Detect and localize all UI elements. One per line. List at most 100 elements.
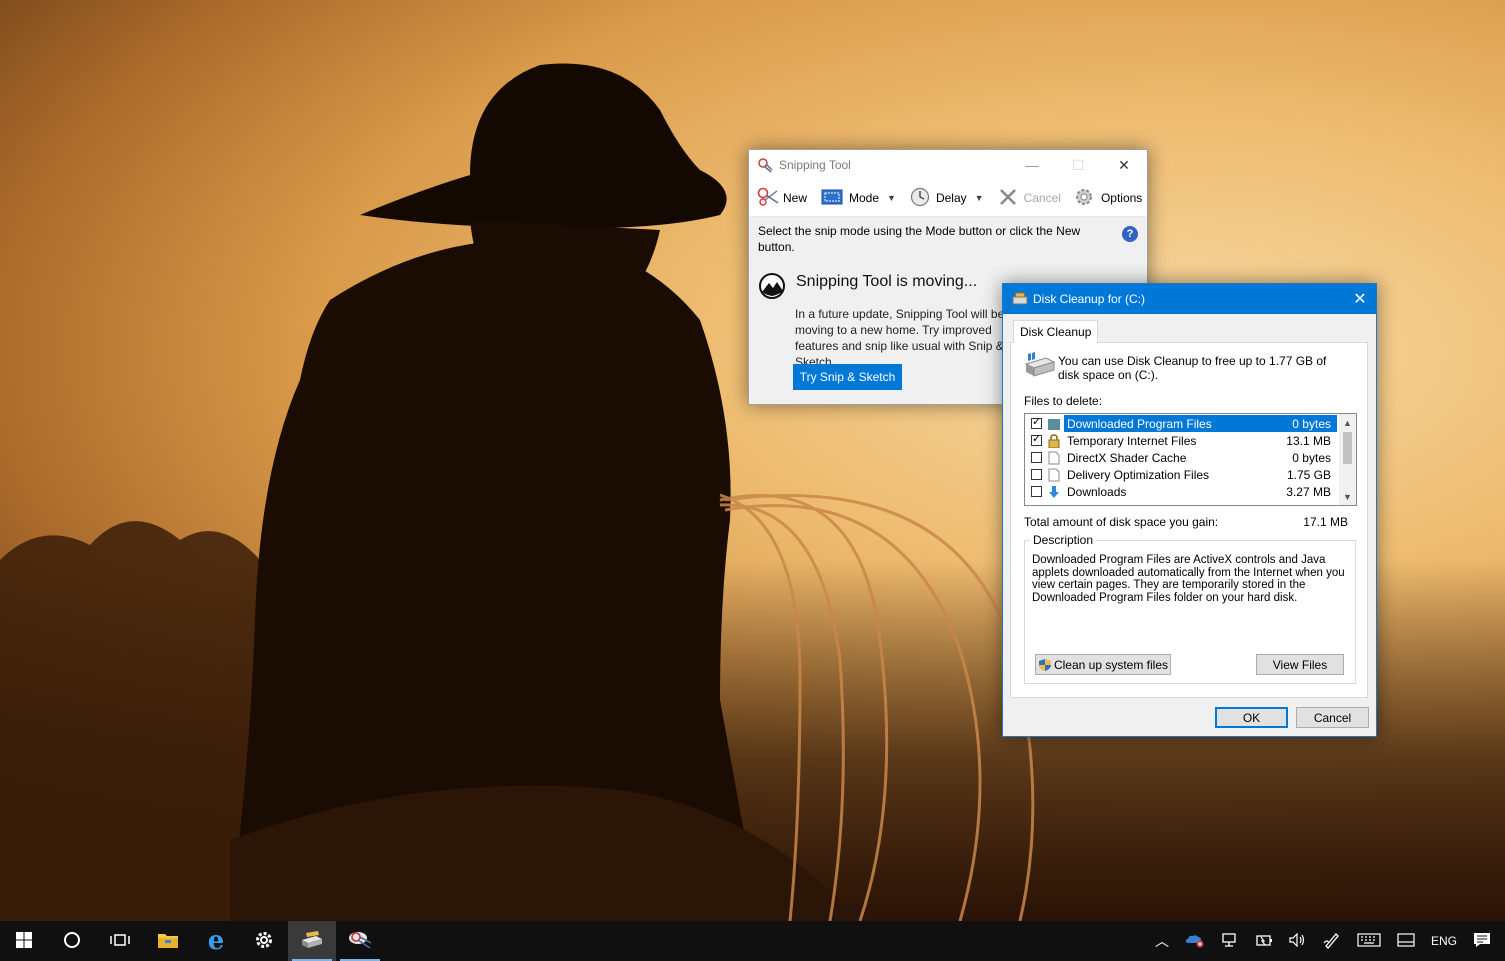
list-item[interactable]: DirectX Shader Cache 0 bytes [1025,449,1337,466]
clean-up-system-files-button[interactable]: Clean up system files [1035,654,1171,675]
file-checkbox[interactable] [1031,415,1042,429]
disk-cleanup-icon [300,930,324,952]
description-text: Downloaded Program Files are ActiveX con… [1032,554,1345,604]
scroll-down-icon[interactable]: ▼ [1339,488,1356,505]
snipping-tool-title: Snipping Tool [779,158,851,172]
file-list-scrollbar[interactable]: ▲ ▼ [1339,414,1356,505]
clock-icon [910,187,930,210]
disk-cleanup-titlebar[interactable]: Disk Cleanup for (C:) ✕ [1003,284,1376,314]
edge-browser-icon: e [207,926,225,956]
mode-dropdown-arrow-icon[interactable]: ▼ [887,193,896,203]
minimize-icon: — [1025,157,1039,173]
ok-button[interactable]: OK [1215,707,1288,728]
minimize-button[interactable]: — [1009,150,1055,180]
battery-tray-button[interactable] [1247,921,1281,961]
lock-icon [1047,433,1061,448]
cancel-x-icon [998,187,1018,210]
new-snip-button[interactable]: New [753,183,811,213]
options-button[interactable]: Options [1069,183,1146,213]
file-size: 0 bytes [1292,416,1331,431]
touch-keyboard-tray-button[interactable] [1349,921,1389,961]
cancel-snip-button[interactable]: Cancel [994,183,1065,213]
tablet-mode-tray-button[interactable] [1389,921,1423,961]
delay-dropdown-arrow-icon[interactable]: ▼ [975,193,984,203]
disk-cleanup-close-button[interactable]: ✕ [1344,284,1376,314]
delay-button[interactable]: Delay ▼ [906,183,994,213]
disk-cleanup-app-icon [1012,292,1028,306]
file-name: DirectX Shader Cache [1067,450,1187,465]
scissors-icon [348,929,372,954]
onedrive-tray-button[interactable] [1177,921,1213,961]
start-button[interactable] [0,921,48,961]
onedrive-error-icon [1185,932,1205,951]
maximize-icon: ☐ [1071,156,1085,173]
mode-rectangle-icon [821,189,843,208]
close-button[interactable]: ✕ [1101,150,1147,180]
tab-disk-cleanup[interactable]: Disk Cleanup [1013,320,1099,343]
network-tray-button[interactable] [1213,921,1247,961]
total-space-value: 17.1 MB [1303,515,1348,529]
cortana-search-button[interactable] [48,921,96,961]
clean-up-system-files-label: Clean up system files [1053,657,1169,672]
speaker-icon [1289,932,1307,950]
file-checkbox[interactable] [1031,469,1042,480]
file-name: Downloaded Program Files [1067,416,1212,431]
snip-mode-hint-text: Select the snip mode using the Mode butt… [758,224,1081,254]
file-explorer-taskbar-button[interactable] [144,921,192,961]
gear-icon [1073,186,1095,211]
file-icon [1047,468,1061,482]
snipping-tool-titlebar[interactable]: Snipping Tool — ☐ ✕ [749,150,1147,180]
edge-taskbar-button[interactable]: e [192,921,240,961]
disk-cleanup-window: Disk Cleanup for (C:) ✕ Disk Cleanup You… [1002,283,1377,737]
cancel-button[interactable]: Cancel [1296,707,1369,728]
list-item[interactable]: Delivery Optimization Files 1.75 GB [1025,466,1337,483]
files-to-delete-label-text: Files to delete: [1024,394,1103,408]
help-icon[interactable]: ? [1122,226,1138,242]
keyboard-icon [1357,932,1381,950]
delay-label: Delay [935,191,967,205]
file-name: Delivery Optimization Files [1067,467,1210,482]
disk-cleanup-taskbar-button[interactable] [288,921,336,961]
battery-icon [1255,933,1273,950]
maximize-button[interactable]: ☐ [1055,150,1101,180]
files-to-delete-list[interactable]: Downloaded Program Files 0 bytes Tempora… [1024,413,1357,506]
file-checkbox[interactable] [1031,452,1042,463]
list-item[interactable]: Downloaded Program Files 0 bytes [1025,415,1337,432]
scroll-up-icon[interactable]: ▲ [1339,414,1356,431]
view-files-button[interactable]: View Files [1256,654,1344,675]
list-item[interactable]: Downloads 3.27 MB [1025,483,1337,500]
uac-shield-icon [1038,658,1052,672]
chevron-up-icon: ︿ [1154,933,1169,949]
input-language-button[interactable]: ENG [1423,921,1465,961]
file-checkbox[interactable] [1031,486,1042,497]
show-hidden-icons-button[interactable]: ︿ [1147,921,1177,961]
cleanup-intro-text: You can use Disk Cleanup to free up to 1… [1058,354,1327,382]
hard-drive-icon [1024,352,1056,381]
moving-title: Snipping Tool is moving... [796,273,978,290]
task-view-icon [110,932,130,951]
new-snip-label: New [783,191,808,205]
file-checkbox[interactable] [1031,432,1042,446]
mode-button[interactable]: Mode ▼ [817,183,906,213]
mode-label: Mode [849,191,880,205]
display-icon [1397,932,1415,950]
list-item[interactable]: Temporary Internet Files 13.1 MB [1025,432,1337,449]
volume-tray-button[interactable] [1281,921,1315,961]
network-icon [1221,932,1239,951]
close-icon: ✕ [1353,291,1367,308]
action-center-button[interactable] [1465,921,1499,961]
snipping-tool-taskbar-button[interactable] [336,921,384,961]
snip-mode-hint: Select the snip mode using the Mode butt… [749,217,1147,260]
windows-logo-icon [16,931,32,951]
download-icon [1047,485,1061,499]
snipping-tool-toolbar: New Mode ▼ Delay ▼ Cancel Options [749,180,1147,217]
try-snip-sketch-button[interactable]: Try Snip & Sketch [793,364,902,390]
total-space-label: Total amount of disk space you gain: [1024,515,1219,529]
snipping-tool-app-icon [757,157,773,173]
options-label: Options [1100,191,1143,205]
file-name: Downloads [1067,484,1127,499]
settings-taskbar-button[interactable] [240,921,288,961]
task-view-button[interactable] [96,921,144,961]
scroll-thumb[interactable] [1343,432,1352,464]
windows-ink-tray-button[interactable] [1315,921,1349,961]
